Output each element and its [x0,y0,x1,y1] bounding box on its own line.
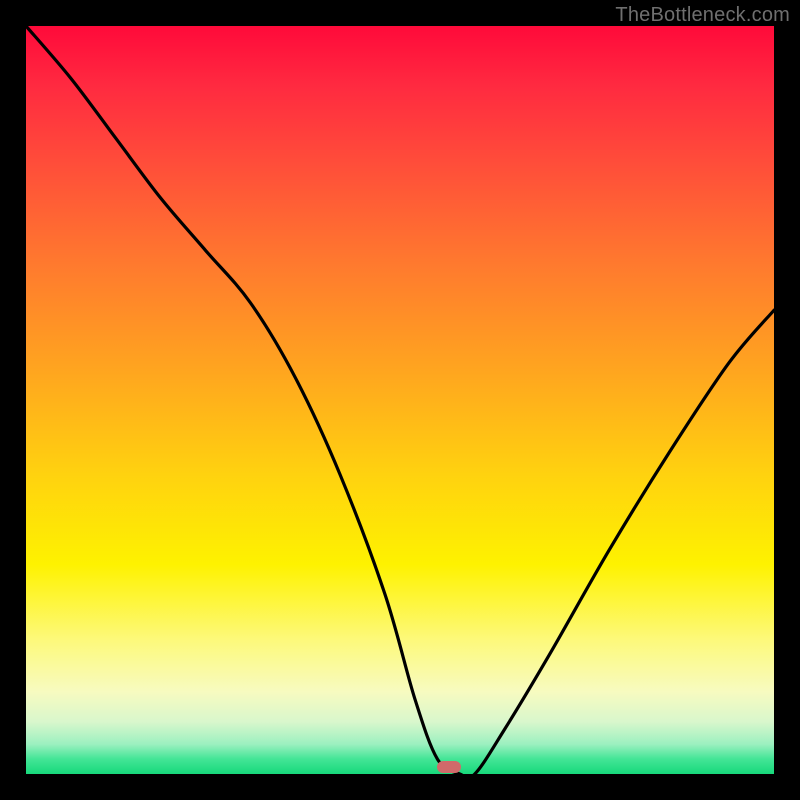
chart-frame: TheBottleneck.com [0,0,800,800]
optimal-marker [437,761,461,773]
plot-area [26,26,774,774]
bottleneck-curve [26,26,774,774]
watermark-text: TheBottleneck.com [615,4,790,27]
